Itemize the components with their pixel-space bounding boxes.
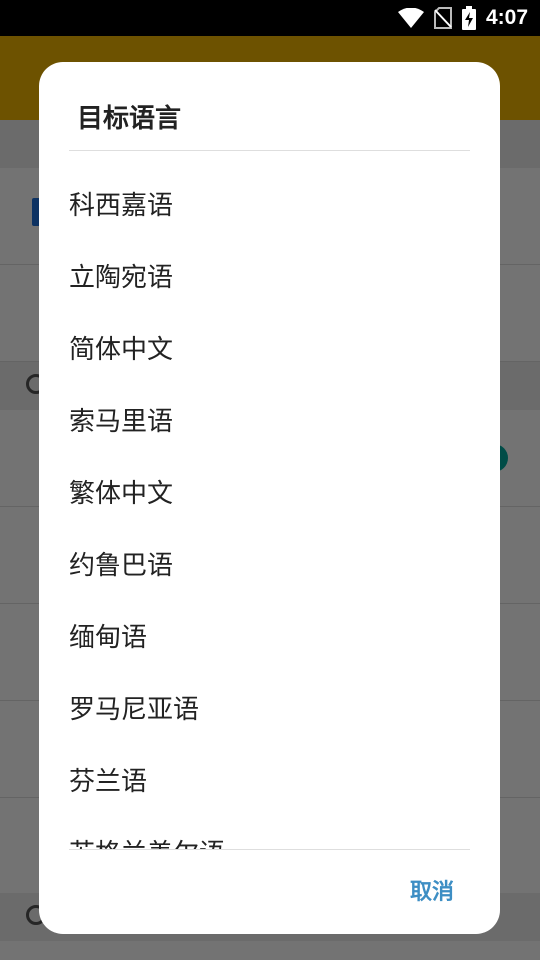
no-sim-icon <box>433 7 452 29</box>
battery-charging-icon <box>461 6 476 30</box>
wifi-icon <box>397 8 424 28</box>
status-time: 4:07 <box>485 6 528 29</box>
language-option[interactable]: 繁体中文 <box>39 455 500 527</box>
language-option[interactable]: 芬兰语 <box>39 743 500 815</box>
language-option[interactable]: 缅甸语 <box>39 599 500 671</box>
language-option[interactable]: 索马里语 <box>39 383 500 455</box>
language-option[interactable]: 科西嘉语 <box>39 167 500 239</box>
screen: 4:07 目标语言 科西嘉语 立陶宛语 简体中文 索马里语 繁体中文 约鲁巴语 … <box>0 0 540 960</box>
language-option[interactable]: 约鲁巴语 <box>39 527 500 599</box>
language-option[interactable]: 简体中文 <box>39 311 500 383</box>
language-list[interactable]: 科西嘉语 立陶宛语 简体中文 索马里语 繁体中文 约鲁巴语 缅甸语 罗马尼亚语 … <box>39 151 500 850</box>
dialog-title: 目标语言 <box>77 104 182 134</box>
language-option[interactable]: 罗马尼亚语 <box>39 671 500 743</box>
cancel-button[interactable]: 取消 <box>410 870 454 910</box>
target-language-dialog: 目标语言 科西嘉语 立陶宛语 简体中文 索马里语 繁体中文 约鲁巴语 缅甸语 罗… <box>39 62 500 934</box>
status-bar: 4:07 <box>0 0 540 36</box>
language-option[interactable]: 立陶宛语 <box>39 239 500 311</box>
divider <box>69 849 470 850</box>
language-option[interactable]: 苏格兰盖尔语 <box>39 815 500 850</box>
